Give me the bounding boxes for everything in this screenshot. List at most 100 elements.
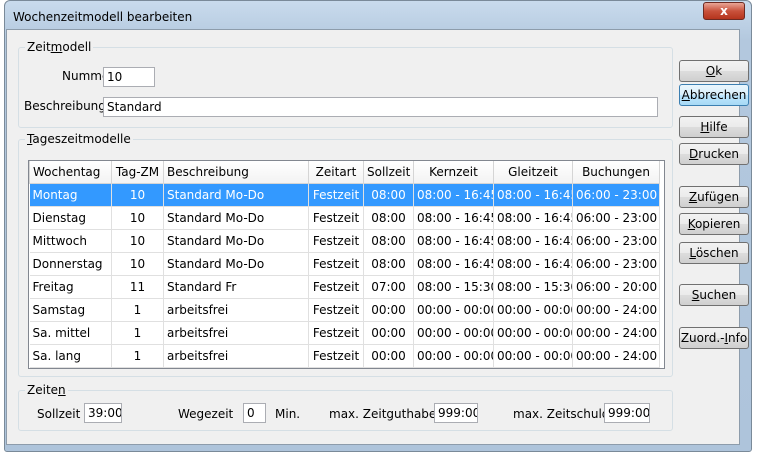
table-cell: 08:00 - 16:45: [493, 206, 573, 230]
table-row[interactable]: Freitag 11 Standard Fr Festzeit 07:00 08:00 -…: [29, 275, 660, 299]
table-row[interactable]: Donnerstag 10 Standard Mo-Do Festzeit 08:00 0…: [29, 252, 660, 276]
zeitschuld-field[interactable]: 999:00: [604, 403, 650, 423]
table-cell: 00:00 - 00:00: [413, 321, 494, 345]
zufuegen-button[interactable]: Zufügen: [679, 186, 749, 208]
tageszeitmodelle-legend: Tageszeitmodelle: [27, 132, 131, 146]
table-cell: 08:00 - 15:30: [413, 275, 494, 299]
hilfe-button[interactable]: Hilfe: [679, 116, 749, 138]
column-header[interactable]: Buchungen: [572, 161, 660, 184]
table-cell: Standard Mo-Do: [163, 252, 309, 276]
table-cell: 10: [111, 183, 164, 207]
table-cell: 06:00 - 23:00: [572, 206, 660, 230]
kopieren-button[interactable]: Kopieren: [679, 213, 749, 235]
column-header[interactable]: Kernzeit: [413, 161, 494, 184]
table-cell: 11: [111, 275, 164, 299]
table-cell: 08:00 - 16:45: [413, 206, 494, 230]
table-cell: Sa. mittel: [29, 321, 112, 345]
table-cell: 00:00 - 00:00: [413, 298, 494, 322]
table-cell: 00:00 - 00:00: [493, 298, 573, 322]
table-cell: Freitag: [29, 275, 112, 299]
table-row[interactable]: Dienstag 10 Standard Mo-Do Festzeit 08:00 08:…: [29, 206, 660, 230]
guthaben-field[interactable]: 999:00: [434, 403, 478, 423]
table-cell: Festzeit: [308, 206, 364, 230]
table-cell: 08:00 - 16:45: [413, 229, 494, 253]
table-cell: 10: [111, 206, 164, 230]
table-cell: Festzeit: [308, 344, 364, 368]
table-cell: 10: [111, 252, 164, 276]
table-cell: 00:00 - 24:00: [572, 321, 660, 345]
column-header[interactable]: Zeitart: [308, 161, 364, 184]
close-button[interactable]: x: [703, 2, 745, 20]
table-row[interactable]: Mittwoch 10 Standard Mo-Do Festzeit 08:00 08:…: [29, 229, 660, 253]
nummer-field[interactable]: 10: [103, 67, 155, 87]
guthaben-label: max. Zeitguthaben: [329, 407, 444, 421]
table-cell: arbeitsfrei: [163, 298, 309, 322]
beschreibung-label: Beschreibung: [24, 99, 106, 113]
table-cell: Festzeit: [308, 275, 364, 299]
suchen-button[interactable]: Suchen: [679, 284, 749, 306]
table-cell: 08:00 - 15:30: [493, 275, 573, 299]
table-cell: 1: [111, 321, 164, 345]
table-cell: 1: [111, 344, 164, 368]
table-cell: Festzeit: [308, 183, 364, 207]
table-cell: 08:00 - 16:45: [493, 252, 573, 276]
table-cell: 08:00 - 16:45: [413, 183, 494, 207]
table-header: Wochentag Tag-ZM Beschreibung Zeitart So…: [29, 161, 660, 184]
table-cell: Festzeit: [308, 298, 364, 322]
table-row[interactable]: Sa. lang 1 arbeitsfrei Festzeit 00:00 00:00 -…: [29, 344, 660, 368]
title-bar[interactable]: Wochenzeitmodell bearbeiten x: [5, 1, 751, 31]
table-cell: Samstag: [29, 298, 112, 322]
table-row[interactable]: Sa. mittel 1 arbeitsfrei Festzeit 00:00 00:00…: [29, 321, 660, 345]
abbrechen-button[interactable]: Abbrechen: [679, 84, 749, 106]
table-cell: Standard Mo-Do: [163, 183, 309, 207]
loeschen-button[interactable]: Löschen: [679, 242, 749, 264]
table-cell: Standard Fr: [163, 275, 309, 299]
zuord-info-button[interactable]: Zuord.-Info: [679, 327, 749, 349]
column-header[interactable]: Sollzeit: [363, 161, 414, 184]
wegezeit-label: Wegezeit: [178, 407, 234, 421]
table-cell: 06:00 - 23:00: [572, 229, 660, 253]
column-header[interactable]: Gleitzeit: [493, 161, 573, 184]
sollzeit-field[interactable]: 39:00: [84, 403, 122, 423]
column-header[interactable]: Tag-ZM: [111, 161, 164, 184]
table-cell: Sa. lang: [29, 344, 112, 368]
table-cell: 08:00: [363, 252, 414, 276]
drucken-button[interactable]: Drucken: [679, 143, 749, 165]
table-cell: 10: [111, 229, 164, 253]
close-icon: x: [720, 4, 728, 18]
table-cell: 00:00 - 00:00: [493, 321, 573, 345]
table-cell: Standard Mo-Do: [163, 229, 309, 253]
table-cell: Standard Mo-Do: [163, 206, 309, 230]
zeitmodell-legend: Zeitmodell: [27, 40, 92, 54]
table-cell: 08:00: [363, 206, 414, 230]
table-cell: arbeitsfrei: [163, 321, 309, 345]
zeiten-legend: Zeiten: [27, 383, 66, 397]
table-cell: Festzeit: [308, 229, 364, 253]
table-cell: 00:00 - 00:00: [413, 344, 494, 368]
table-cell: 1: [111, 298, 164, 322]
table-cell: Donnerstag: [29, 252, 112, 276]
table-cell: 08:00: [363, 183, 414, 207]
table-cell: 08:00 - 16:45: [493, 183, 573, 207]
table-cell: 00:00 - 00:00: [493, 344, 573, 368]
table-cell: arbeitsfrei: [163, 344, 309, 368]
wegezeit-field[interactable]: 0: [243, 403, 266, 423]
table-row[interactable]: Montag 10 Standard Mo-Do Festzeit 08:00 08:00…: [29, 183, 660, 207]
table-cell: 07:00: [363, 275, 414, 299]
table-cell: 00:00: [363, 321, 414, 345]
table-row[interactable]: Samstag 1 arbeitsfrei Festzeit 00:00 00:00 - …: [29, 298, 660, 322]
ok-button[interactable]: Ok: [679, 60, 749, 82]
table-cell: 08:00 - 16:45: [493, 229, 573, 253]
window-title: Wochenzeitmodell bearbeiten: [13, 10, 193, 24]
beschreibung-field[interactable]: Standard: [103, 97, 658, 117]
table-cell: 00:00 - 24:00: [572, 298, 660, 322]
column-header[interactable]: Wochentag: [29, 161, 112, 184]
tageszeitmodelle-table[interactable]: Wochentag Tag-ZM Beschreibung Zeitart So…: [28, 160, 665, 369]
column-header[interactable]: Beschreibung: [163, 161, 309, 184]
table-cell: 08:00 - 16:45: [413, 252, 494, 276]
zeitschuld-label: max. Zeitschuld: [513, 407, 610, 421]
table-cell: 06:00 - 23:00: [572, 252, 660, 276]
table-cell: Mittwoch: [29, 229, 112, 253]
table-cell: 00:00: [363, 344, 414, 368]
table-cell: Festzeit: [308, 321, 364, 345]
